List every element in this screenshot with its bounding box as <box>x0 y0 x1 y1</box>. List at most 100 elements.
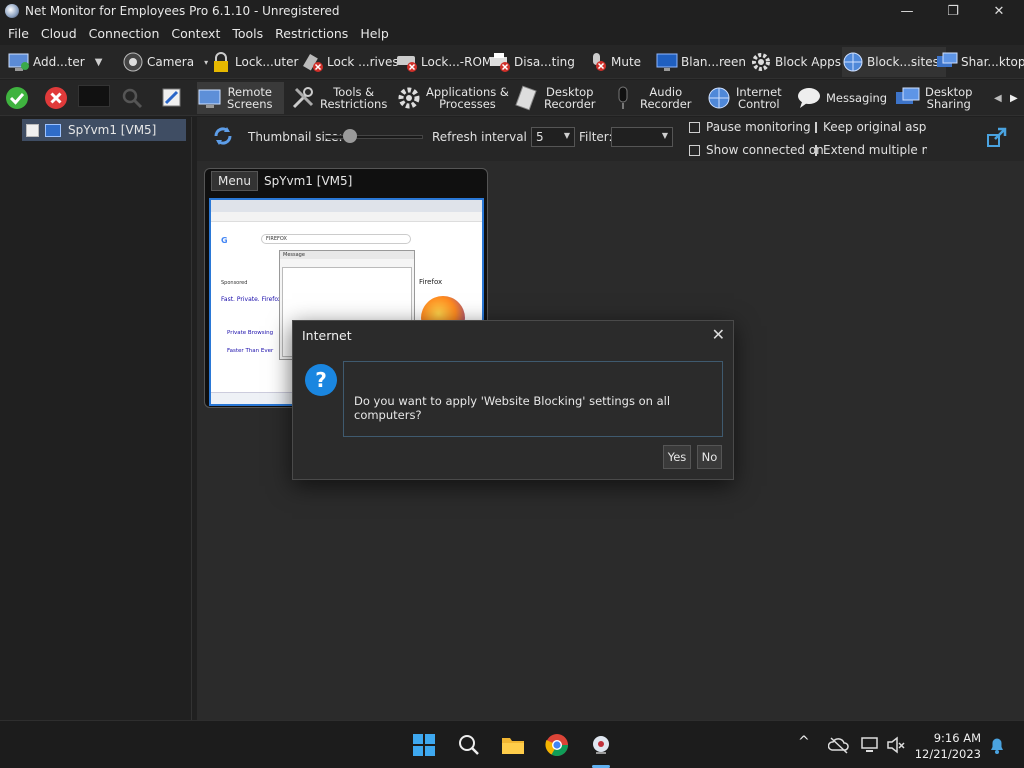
search-icon <box>122 88 143 109</box>
remote-address-bar <box>211 212 482 222</box>
refresh-icon <box>214 127 232 145</box>
card-title: SpYvm1 [VM5] <box>263 174 353 188</box>
computer-checkbox[interactable] <box>26 123 39 137</box>
menu-connection[interactable]: Connection <box>83 26 166 41</box>
slider-thumb[interactable] <box>343 129 358 143</box>
gear-icon <box>750 51 772 73</box>
card-menu-button[interactable]: Menu <box>211 171 258 191</box>
extend-monitors-checkbox[interactable]: Extend multiple mon <box>815 143 927 157</box>
filter-label: Filter: <box>579 130 613 144</box>
monitor-icon <box>197 85 223 111</box>
search-button[interactable] <box>120 82 144 114</box>
confirm-dialog: Internet ✕ ? Do you want to apply 'Websi… <box>292 320 734 480</box>
connect-all-button[interactable] <box>5 82 29 114</box>
add-computer-button[interactable]: Add...ter ▼ <box>8 49 102 75</box>
tab-desktop-recorder[interactable]: Desktop Recorder <box>514 82 596 114</box>
usb-drive-blocked-icon <box>302 51 324 73</box>
scroll-right-arrow[interactable]: ▶ <box>1010 82 1018 114</box>
close-window-button[interactable]: ✕ <box>976 0 1022 22</box>
lock-computer-button[interactable]: Lock...uter <box>210 49 298 75</box>
mute-button[interactable]: Mute <box>586 49 641 75</box>
start-button[interactable] <box>412 733 436 757</box>
edit-button[interactable] <box>160 82 184 114</box>
disconnect-all-button[interactable] <box>44 82 68 114</box>
chevron-down-icon: ▼ <box>563 131 570 140</box>
tab-remote-screens[interactable]: Remote Screens <box>197 82 284 114</box>
chevron-down-icon: ▼ <box>661 131 668 140</box>
lock-drives-button[interactable]: Lock ...rives <box>302 49 399 75</box>
scroll-left-arrow[interactable]: ◀ <box>994 82 1002 114</box>
camera-button[interactable]: Camera ▾ <box>122 49 208 75</box>
remote-browser-tabs <box>211 200 482 212</box>
block-websites-button[interactable]: Block...sites ▾ <box>842 47 946 77</box>
notifications-button[interactable] <box>988 735 1006 755</box>
filter-select[interactable]: ▼ <box>611 127 673 147</box>
dialog-message-box: Do you want to apply 'Website Blocking' … <box>343 361 723 437</box>
refresh-button[interactable] <box>211 124 235 148</box>
thumbnail-size-slider[interactable] <box>325 135 423 139</box>
monitor-blank-icon <box>656 51 678 73</box>
block-apps-button[interactable]: Block Apps ▾ <box>750 49 846 75</box>
lock-icon <box>210 51 232 73</box>
windows-logo-icon <box>413 734 435 756</box>
blank-screen-button[interactable]: Blan...reen <box>656 49 746 75</box>
tab-desktop-sharing[interactable]: Desktop Sharing <box>895 82 972 114</box>
tab-internet-control[interactable]: Internet Control <box>706 82 782 114</box>
taskbar-search-button[interactable] <box>457 733 481 757</box>
chrome-icon <box>545 734 568 756</box>
camera-icon <box>122 51 144 73</box>
tab-tools-restrictions[interactable]: Tools & Restrictions <box>290 82 387 114</box>
system-clock[interactable]: 9:16 AM 12/21/2023 <box>915 730 981 762</box>
cloud-offline-icon <box>827 737 849 754</box>
dialog-message: Do you want to apply 'Website Blocking' … <box>354 394 671 422</box>
film-icon <box>514 85 540 111</box>
computer-label: SpYvm1 [VM5] <box>68 123 157 137</box>
tab-messaging[interactable]: Messaging <box>796 82 887 114</box>
globe-icon <box>842 51 864 73</box>
pop-out-button[interactable] <box>985 125 1009 149</box>
menu-cloud[interactable]: Cloud <box>35 26 83 41</box>
tray-overflow-button[interactable]: ^ <box>798 734 810 750</box>
printer-blocked-icon <box>489 51 511 73</box>
chat-bubble-icon <box>796 85 822 111</box>
disable-settings-button[interactable]: Disa...ting <box>489 49 575 75</box>
network-button[interactable] <box>860 735 880 755</box>
yes-button[interactable]: Yes <box>663 445 691 469</box>
refresh-interval-select[interactable]: 5 ▼ <box>531 127 575 147</box>
tab-applications-processes[interactable]: Applications & Processes <box>396 82 509 114</box>
minimize-button[interactable]: — <box>884 0 930 22</box>
share-desktop-button[interactable]: Shar...ktop <box>936 49 1024 75</box>
view-options-bar: Thumbnail size: Refresh interval (s): 5 … <box>197 117 1024 161</box>
menu-help[interactable]: Help <box>354 26 395 41</box>
file-explorer-button[interactable] <box>501 733 525 757</box>
remote-search-box: FIREFOX <box>261 234 411 244</box>
tab-audio-recorder[interactable]: Audio Recorder <box>610 82 692 114</box>
menu-context[interactable]: Context <box>165 26 226 41</box>
color-swatch[interactable] <box>78 85 110 107</box>
tree-item-computer[interactable]: SpYvm1 [VM5] <box>22 119 186 141</box>
desktop-share-icon <box>895 85 921 111</box>
computer-tree: SpYvm1 [VM5] <box>0 117 192 720</box>
dialog-close-button[interactable]: ✕ <box>712 325 725 344</box>
desktop-share-icon <box>936 51 958 73</box>
menu-tools[interactable]: Tools <box>226 26 269 41</box>
menu-bar: File Cloud Connection Context Tools Rest… <box>0 22 1024 44</box>
pause-monitoring-checkbox[interactable]: Pause monitoring <box>689 120 811 134</box>
clock-date: 12/21/2023 <box>914 747 981 761</box>
no-button[interactable]: No <box>697 445 722 469</box>
gear-icon <box>396 85 422 111</box>
menu-file[interactable]: File <box>2 26 35 41</box>
network-icon <box>861 737 878 752</box>
chevron-down-icon: ▾ <box>204 57 209 67</box>
lock-cdrom-button[interactable]: Lock...-ROM <box>396 49 492 75</box>
maximize-button[interactable]: ❐ <box>930 0 976 22</box>
show-connected-checkbox[interactable]: Show connected on <box>689 143 824 157</box>
menu-restrictions[interactable]: Restrictions <box>269 26 354 41</box>
app-icon <box>593 736 609 754</box>
card-header: Menu SpYvm1 [VM5] <box>205 169 487 193</box>
keep-aspect-checkbox[interactable]: Keep original aspect <box>815 120 927 134</box>
onedrive-button[interactable] <box>827 735 850 755</box>
net-monitor-taskbar-button[interactable] <box>589 733 613 757</box>
volume-button[interactable] <box>886 735 906 755</box>
chrome-button[interactable] <box>545 733 569 757</box>
